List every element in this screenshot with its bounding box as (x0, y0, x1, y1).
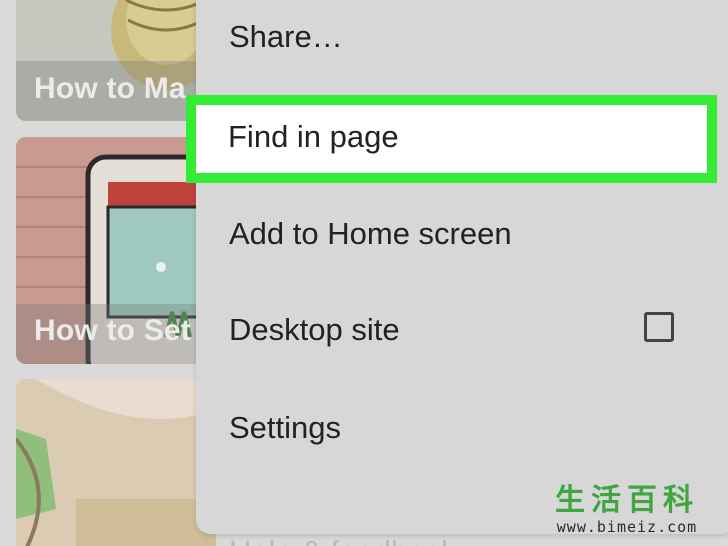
menu-item-desktop-site[interactable]: Desktop site (196, 282, 728, 378)
watermark-url: www.bimeiz.com (556, 518, 698, 536)
menu-item-find-in-page[interactable]: Find in page (186, 95, 717, 183)
menu-item-label: Find in page (228, 119, 399, 154)
article-title: How to Set (34, 314, 191, 347)
article-image-hand (16, 379, 216, 546)
article-title: How to Ma (34, 72, 186, 105)
screen: How to Ma How to Set Share… Add to Home … (0, 0, 728, 546)
article-card[interactable] (16, 379, 216, 546)
menu-item-label: Share… (229, 19, 343, 54)
watermark-logo: 生活百科 www.bimeiz.com (532, 484, 722, 538)
menu-item-label: Help & feedback (229, 534, 456, 546)
menu-item-add-to-home-screen[interactable]: Add to Home screen (196, 186, 728, 282)
menu-item-settings[interactable]: Settings (196, 380, 728, 476)
desktop-site-checkbox[interactable] (644, 312, 674, 342)
menu-item-share[interactable]: Share… (196, 0, 728, 85)
menu-item-label: Desktop site (229, 312, 400, 347)
menu-item-label: Settings (229, 410, 342, 445)
menu-item-label: Add to Home screen (229, 216, 512, 251)
overflow-menu: Share… Add to Home screen Desktop site S… (196, 0, 728, 546)
watermark-glyphs: 生活百科 (555, 484, 699, 517)
